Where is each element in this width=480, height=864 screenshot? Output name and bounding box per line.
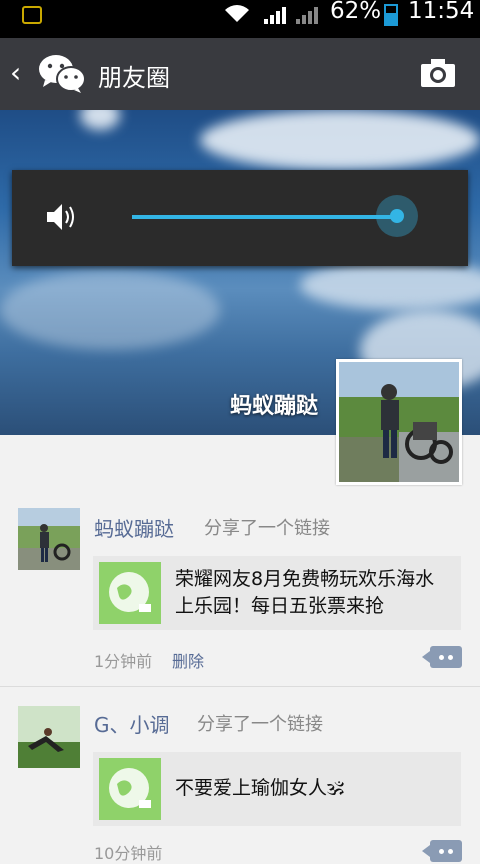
signal-3g-icon xyxy=(264,7,286,24)
battery-icon xyxy=(384,4,398,26)
notification-icon xyxy=(22,6,42,24)
volume-panel xyxy=(12,170,468,266)
avatar[interactable] xyxy=(18,508,80,570)
clock: 11:54 xyxy=(408,0,475,24)
cover-avatar[interactable] xyxy=(336,359,462,485)
link-title: 荣耀网友8月免费畅玩欢乐海水上乐园！每日五张票来抢 xyxy=(175,568,435,617)
avatar[interactable] xyxy=(18,706,80,768)
divider xyxy=(0,686,480,687)
link-thumbnail xyxy=(99,758,161,820)
top-bar: ‹ 朋友圈 xyxy=(0,38,480,110)
post-time: 10分钟前 xyxy=(94,844,163,863)
back-icon[interactable]: ‹ xyxy=(10,58,21,88)
wifi-icon xyxy=(225,5,249,22)
wechat-logo-icon[interactable] xyxy=(38,52,86,94)
comment-icon[interactable] xyxy=(422,646,462,668)
comment-icon[interactable] xyxy=(422,840,462,862)
delete-link[interactable]: 删除 xyxy=(172,648,204,672)
post-action: 分享了一个链接 xyxy=(197,714,323,735)
post-action: 分享了一个链接 xyxy=(204,518,330,539)
link-thumbnail xyxy=(99,562,161,624)
link-title: 不要爱上瑜伽女人🕉 xyxy=(175,777,345,799)
link-card[interactable]: 不要爱上瑜伽女人🕉 xyxy=(93,752,461,826)
feed-post: 蚂蚁蹦跶 分享了一个链接 荣耀网友8月免费畅玩欢乐海水上乐园！每日五张票来抢 1… xyxy=(0,508,480,678)
feed-post: G、小调 分享了一个链接 不要爱上瑜伽女人🕉 10分钟前 xyxy=(0,706,480,863)
volume-slider-track[interactable] xyxy=(132,215,398,219)
post-author[interactable]: G、小调 xyxy=(94,709,170,738)
volume-slider-thumb[interactable] xyxy=(376,195,418,237)
post-author[interactable]: 蚂蚁蹦跶 xyxy=(94,513,174,542)
page-title: 朋友圈 xyxy=(98,64,170,92)
battery-percent: 62% xyxy=(330,0,382,24)
signal-icon xyxy=(296,7,318,24)
speaker-icon xyxy=(47,204,74,230)
status-bar: 62% 11:54 xyxy=(0,0,480,38)
link-card[interactable]: 荣耀网友8月免费畅玩欢乐海水上乐园！每日五张票来抢 xyxy=(93,556,461,630)
post-time: 1分钟前 xyxy=(94,652,153,671)
cover-username[interactable]: 蚂蚁蹦跶 xyxy=(230,388,318,420)
camera-icon[interactable] xyxy=(420,58,456,88)
